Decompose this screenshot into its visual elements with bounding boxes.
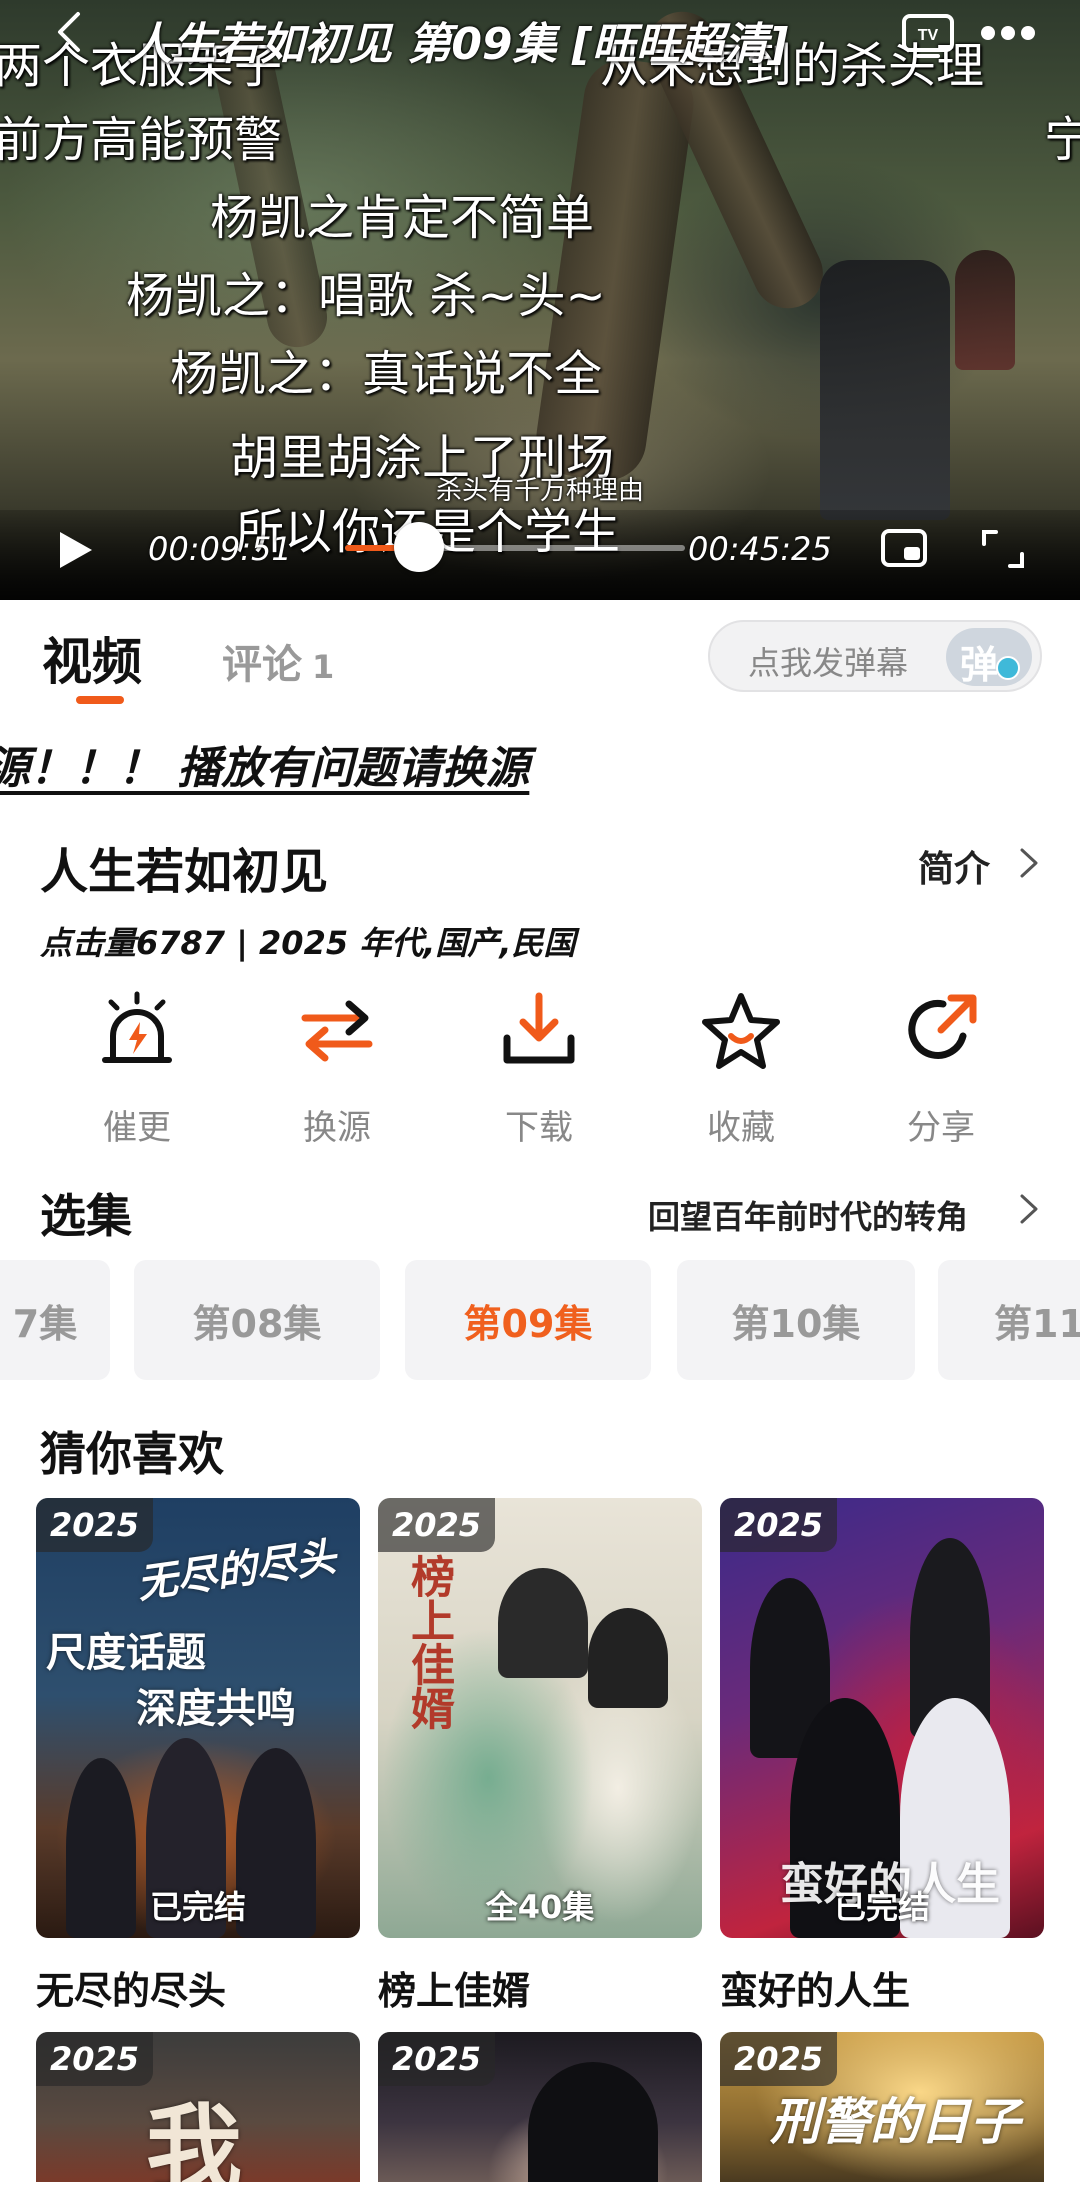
episode-item-active[interactable]: 第09集 — [405, 1260, 651, 1380]
status-badge: 已完结 — [149, 1888, 246, 1926]
video-player[interactable]: 两个衣服架子 从未想到的杀头理 前方高能预警 宁 杨凯之肯定不简单 杨凯之：唱歌… — [0, 0, 1080, 600]
year-badge: 2025 — [36, 1498, 154, 1552]
show-title: 人生若如初见 — [40, 844, 329, 900]
episodes-title: 选集 — [40, 1189, 132, 1243]
episodes-subtitle[interactable]: 回望百年前时代的转角 — [648, 1192, 968, 1238]
more-dots-icon[interactable] — [978, 22, 1038, 44]
action-label: 催更 — [103, 1108, 171, 1148]
chevron-right-icon[interactable] — [1018, 846, 1040, 880]
share-icon — [908, 994, 977, 1059]
tab-active-indicator — [76, 696, 124, 704]
action-switch-source[interactable]: 换源 — [272, 990, 402, 1148]
danmaku-placeholder: 点我发弹幕 — [748, 644, 909, 682]
video-title: 人生若如初见 第09集 [旺旺超清] — [128, 19, 789, 70]
alarm-icon — [102, 991, 172, 1063]
episode-item[interactable]: 7集 — [0, 1260, 110, 1380]
intro-link[interactable]: 简介 — [918, 840, 990, 892]
action-label: 下载 — [505, 1108, 573, 1148]
back-arrow-icon[interactable] — [48, 10, 92, 54]
tab-video[interactable]: 视频 — [42, 622, 142, 694]
poster-figure — [588, 1608, 668, 1708]
poster-logo-text: 刑警的日子 — [770, 2093, 1020, 2151]
action-remind-update[interactable]: 催更 — [72, 990, 202, 1148]
danmu-comment: 杨凯之：真话说不全 — [170, 346, 603, 402]
poster-image[interactable]: 蛮好的人生 2025 已完结 — [720, 1498, 1044, 1938]
source-notice[interactable]: 源！！！ 播放有问题请换源 — [0, 732, 529, 796]
poster-figure — [498, 1568, 588, 1678]
action-label: 收藏 — [707, 1108, 775, 1148]
progress-knob[interactable] — [393, 522, 444, 572]
action-label: 分享 — [907, 1108, 975, 1148]
poster-tagline: 尺度话题 — [46, 1630, 206, 1676]
danmaku-input[interactable]: 点我发弹幕 弹 — [708, 620, 1042, 692]
action-share[interactable]: 分享 — [876, 990, 1006, 1148]
year-badge: 2025 — [720, 1498, 838, 1552]
year-badge: 2025 — [378, 2032, 496, 2086]
show-meta: 点击量6787 | 2025 年代,国产,民国 — [40, 924, 576, 962]
card-title[interactable]: 无尽的尽头 — [36, 1960, 226, 2015]
card-title[interactable]: 榜上佳婿 — [378, 1960, 530, 2015]
player-top-bar: 人生若如初见 第09集 [旺旺超清] TV — [0, 0, 1080, 70]
comment-count: 1 — [312, 648, 335, 686]
recommend-title: 猜你喜欢 — [40, 1427, 224, 1481]
swap-arrows-icon — [301, 1000, 373, 1062]
poster-logo-text: 我 — [146, 2094, 242, 2182]
poster-tagline: 深度共鸣 — [136, 1686, 296, 1732]
svg-text:TV: TV — [918, 27, 939, 44]
video-scene-person-far — [955, 250, 1015, 370]
poster-image[interactable]: 刑警的日子 2025 — [720, 2032, 1044, 2182]
year-badge: 2025 — [378, 1498, 496, 1552]
poster-image[interactable]: 2025 — [378, 2032, 702, 2182]
picture-in-picture-icon[interactable] — [880, 528, 928, 568]
danmaku-toggle[interactable]: 弹 — [946, 628, 1032, 687]
tab-comments-label: 评论 — [222, 642, 302, 688]
poster-image[interactable]: 榜上佳婿 2025 全40集 — [378, 1498, 702, 1938]
poster-image[interactable]: 无尽的尽头 尺度话题 深度共鸣 2025 已完结 — [36, 1498, 360, 1938]
danmaku-toggle-label: 弹 — [960, 643, 999, 687]
fullscreen-icon[interactable] — [980, 528, 1026, 570]
danmu-comment: 前方高能预警 — [0, 112, 283, 168]
play-icon[interactable] — [52, 528, 96, 572]
year-badge: 2025 — [720, 2032, 838, 2086]
card-title[interactable]: 蛮好的人生 — [720, 1960, 910, 2015]
year-badge: 2025 — [36, 2032, 154, 2086]
star-icon — [702, 993, 780, 1069]
danmu-comment: 杨凯之肯定不简单 — [210, 190, 595, 246]
poster-logo-text: 榜上佳婿 — [403, 1554, 454, 1730]
episode-item[interactable]: 第10集 — [677, 1260, 915, 1380]
chevron-right-icon[interactable] — [1018, 1192, 1040, 1226]
current-time: 00:09:51 — [148, 530, 292, 568]
video-subtitle: 杀头有千万种理由 — [435, 476, 644, 506]
status-badge: 已完结 — [833, 1888, 930, 1926]
poster-logo-text: 无尽的尽头 — [134, 1534, 339, 1608]
tv-cast-icon[interactable]: TV — [900, 12, 956, 58]
tab-comments[interactable]: 评论 1 — [222, 632, 334, 690]
action-download[interactable]: 下载 — [474, 990, 604, 1148]
action-favorite[interactable]: 收藏 — [676, 990, 806, 1148]
episode-item[interactable]: 第11集 — [938, 1260, 1080, 1380]
poster-image[interactable]: 我 2025 — [36, 2032, 360, 2182]
episode-item[interactable]: 第08集 — [134, 1260, 380, 1380]
total-time: 00:45:25 — [688, 530, 832, 568]
action-label: 换源 — [303, 1108, 371, 1148]
download-icon — [503, 992, 575, 1064]
danmu-comment: 杨凯之：唱歌 杀~头~ — [126, 268, 606, 324]
status-badge: 全40集 — [485, 1888, 595, 1926]
poster-figure — [528, 2062, 658, 2182]
danmaku-toggle-indicator-icon — [996, 656, 1020, 680]
danmu-comment: 宁 — [1044, 112, 1080, 168]
